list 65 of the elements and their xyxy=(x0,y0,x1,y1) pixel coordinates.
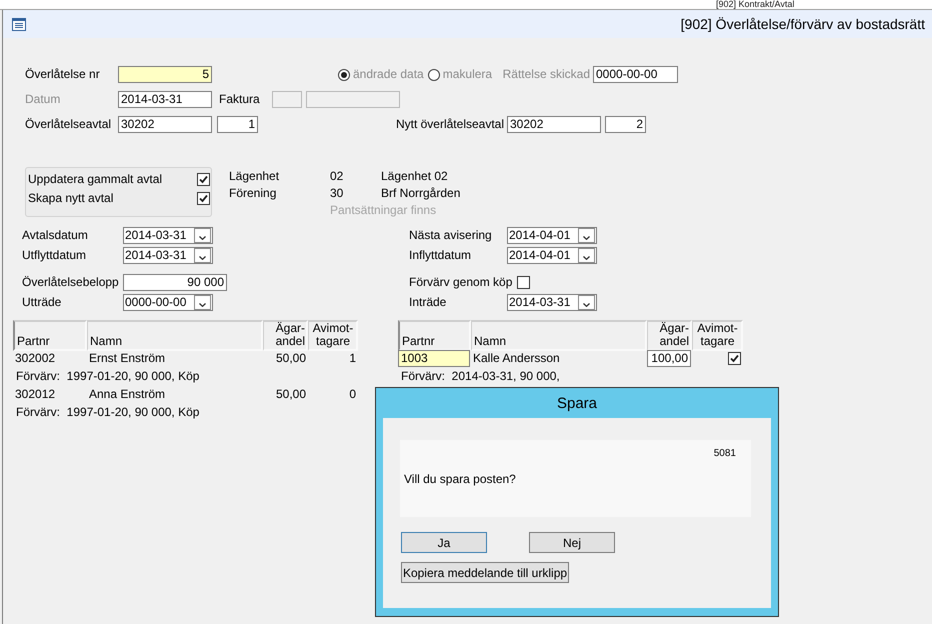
field-label: Nytt överlåtelseavtal xyxy=(394,116,504,133)
field-label: Datum xyxy=(25,91,62,108)
table-cell-text: 1 xyxy=(348,351,357,365)
column-header[interactable]: Ägar- andel xyxy=(263,320,308,351)
field-label: Inträde xyxy=(409,294,448,311)
radio-label: makulera xyxy=(442,66,492,83)
window-title: [902] Kontrakt/Avtal xyxy=(716,0,794,9)
info-value: Brf Norrgården xyxy=(381,185,460,202)
info-label: Förening xyxy=(229,185,278,202)
field-label: Utflyttdatum xyxy=(22,247,88,264)
input-field[interactable]: 90 000 xyxy=(123,274,227,291)
input-field[interactable]: 1 xyxy=(217,116,258,133)
table-cell-text: Anna Enström xyxy=(88,387,166,401)
message-text: Vill du spara posten? xyxy=(404,472,516,486)
input-field[interactable]: 5 xyxy=(118,66,212,83)
date-dropdown[interactable]: 2014-04-01 xyxy=(507,227,597,244)
column-header[interactable]: Avimot- tagare xyxy=(308,320,358,351)
column-header[interactable]: Partnr xyxy=(13,320,87,351)
acquisition-text: Förvärv: 1997-01-20, 90 000, Köp xyxy=(15,368,200,385)
window-title: [902] Överlåtelse/förvärv av bostadsrätt xyxy=(680,16,925,32)
input-field[interactable]: 30202 xyxy=(118,116,212,133)
input-field[interactable]: 100,00 xyxy=(647,350,691,366)
copy-button[interactable]: Kopiera meddelande till urklipp xyxy=(401,562,569,583)
field-label: Överlåtelsebelopp xyxy=(22,274,120,291)
info-value: 30 xyxy=(330,185,344,202)
date-dropdown[interactable]: 2014-04-01 xyxy=(507,247,597,264)
input-field[interactable]: 2 xyxy=(605,116,646,133)
date-dropdown[interactable]: 2014-03-31 xyxy=(123,227,213,244)
field-label: Rättelse skickad xyxy=(502,66,590,83)
table-cell-text: 50,00 xyxy=(274,351,307,365)
dialog-button[interactable]: Ja xyxy=(401,532,487,553)
field-label: Förvärv genom köp xyxy=(409,274,514,291)
table-cell-text: 302002 xyxy=(14,351,56,365)
table-cell-text: 50,00 xyxy=(274,387,307,401)
dialog-button[interactable]: Nej xyxy=(529,532,615,553)
column-header[interactable]: Namn xyxy=(471,320,647,351)
info-value: Lägenhet 02 xyxy=(381,168,449,185)
field-label: Utträde xyxy=(22,294,62,311)
checkbox-label: Skapa nytt avtal xyxy=(28,190,114,207)
date-dropdown[interactable]: 2014-03-31 xyxy=(507,294,597,311)
field-label: Avtalsdatum xyxy=(22,227,89,244)
table-cell-text: 302012 xyxy=(14,387,56,401)
table-cell-text: 0 xyxy=(348,387,357,401)
table-cell-text: Kalle Andersson xyxy=(472,351,561,365)
acquisition-text: Förvärv: 1997-01-20, 90 000, Köp xyxy=(15,404,200,421)
info-value: 02 xyxy=(330,168,344,185)
status-note: Pantsättningar finns xyxy=(330,202,438,219)
column-header[interactable]: Namn xyxy=(87,320,263,351)
input-field[interactable]: 1003 xyxy=(398,350,470,366)
input-field[interactable]: 30202 xyxy=(507,116,601,133)
field-label: Överlåtelse nr xyxy=(25,66,101,83)
acquisition-text: Förvärv: 2014-03-31, 90 000, xyxy=(400,368,561,385)
date-dropdown[interactable]: 2014-03-31 xyxy=(123,247,213,264)
radio-label: ändrade data xyxy=(353,66,424,83)
column-header[interactable]: Avimot- tagare xyxy=(692,320,743,351)
table-cell-text: Ernst Enström xyxy=(88,351,166,365)
field-label: Inflyttdatum xyxy=(409,247,472,264)
field-label: Nästa avisering xyxy=(409,227,493,244)
checkbox-label: Uppdatera gammalt avtal xyxy=(28,171,164,188)
field-label: Faktura xyxy=(219,91,261,108)
dialog-title: Spara xyxy=(556,394,598,414)
info-label: Lägenhet xyxy=(229,168,280,185)
field-label: Överlåtelseavtal xyxy=(25,116,112,133)
message-code: 5081 xyxy=(714,448,736,459)
date-dropdown[interactable]: 0000-00-00 xyxy=(123,294,213,311)
